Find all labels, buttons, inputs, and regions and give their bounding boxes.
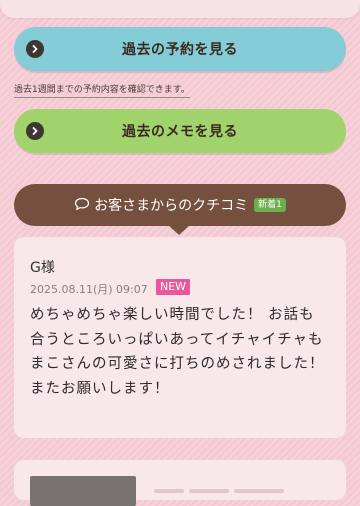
new-review-count-badge: 新着1 (254, 198, 286, 212)
previous-card-bottom (0, 0, 360, 18)
chevron-right-icon (26, 122, 44, 140)
review-photo (30, 476, 136, 506)
reviews-section-header: お客さまからのクチコミ 新着1 (14, 184, 346, 226)
chevron-right-icon (26, 40, 44, 58)
reviewer-name: G様 (30, 260, 55, 276)
review-card[interactable]: G様 2025.08.11(月) 09:07 NEW めちゃめちゃ楽しい時間でし… (14, 237, 346, 438)
next-review-preview (154, 478, 289, 497)
past-memos-button[interactable]: 過去のメモを見る (14, 109, 346, 153)
header-pointer (168, 225, 190, 235)
review-body: めちゃめちゃ楽しい時間でした！ お話も合うところいっぱいあってイチャイチャもまこ… (30, 307, 325, 397)
next-review-card[interactable] (14, 460, 346, 506)
past-memos-label: 過去のメモを見る (122, 124, 238, 140)
speech-bubble-icon (74, 196, 90, 215)
reservation-note: 過去1週間までの予約内容を確認できます。 (14, 85, 190, 98)
reviews-section-title: お客さまからのクチコミ (94, 198, 249, 214)
new-badge: NEW (156, 279, 191, 295)
review-date: 2025.08.11(月) 09:07 (30, 283, 148, 296)
past-reservations-button[interactable]: 過去の予約を見る (14, 27, 346, 71)
past-reservations-label: 過去の予約を見る (122, 42, 238, 58)
